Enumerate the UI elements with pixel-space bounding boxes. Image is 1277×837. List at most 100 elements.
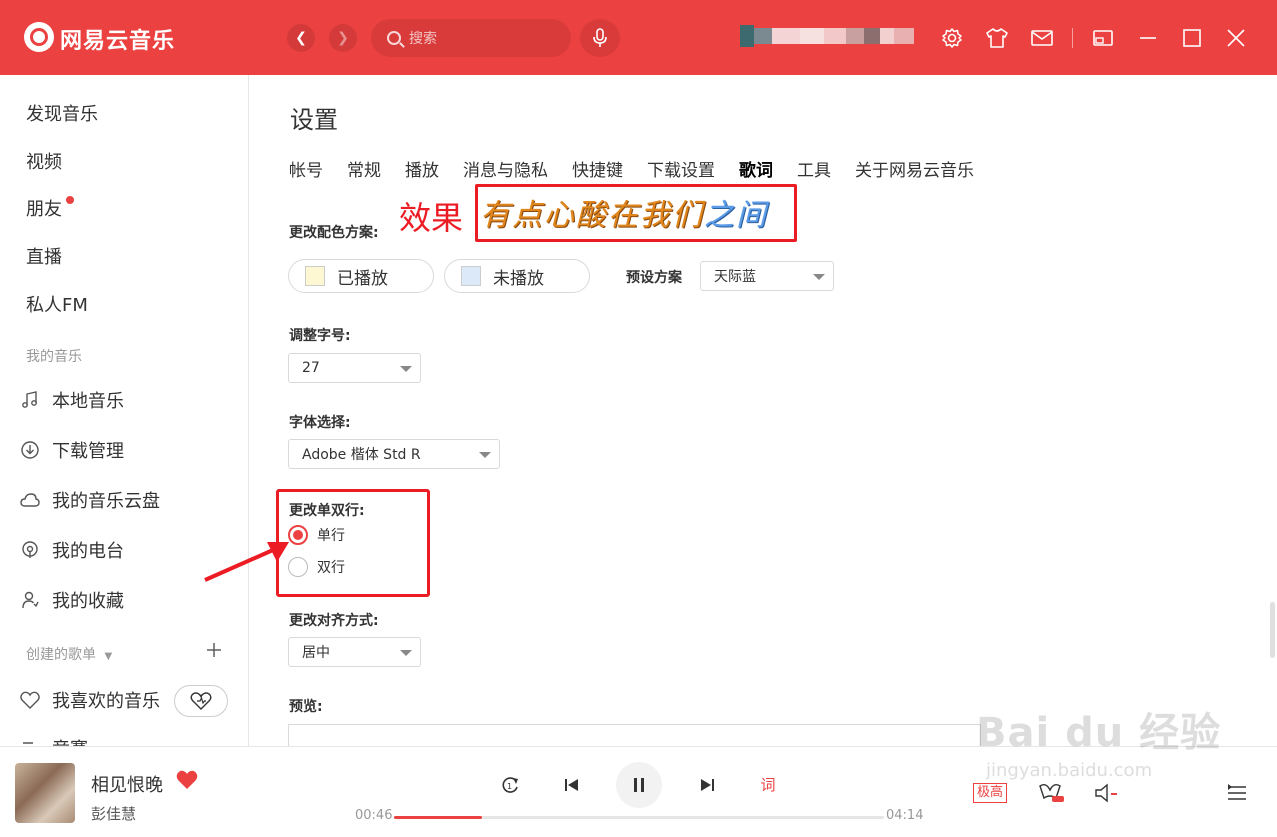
radio-icon: [20, 540, 40, 560]
sidebar-item-favorites[interactable]: 我的收藏: [20, 587, 124, 613]
logo-icon[interactable]: [24, 22, 54, 52]
sound-effect-button[interactable]: [1038, 781, 1066, 805]
sidebar-item-discover[interactable]: 发现音乐: [26, 100, 98, 126]
sidebar-item-label: 视频: [26, 152, 62, 173]
tab-account[interactable]: 帐号: [289, 156, 323, 181]
pause-button[interactable]: [616, 762, 662, 808]
tab-tools[interactable]: 工具: [797, 156, 831, 181]
mini-mode-button[interactable]: [1092, 27, 1114, 49]
artist-name[interactable]: 彭佳慧: [91, 803, 136, 824]
tab-playback[interactable]: 播放: [405, 156, 439, 181]
user-profile-blurred[interactable]: [740, 14, 935, 58]
search-input[interactable]: 搜索: [371, 19, 571, 57]
tab-shortcuts[interactable]: 快捷键: [572, 156, 623, 181]
forward-icon: ❯: [337, 30, 349, 46]
played-color-swatch: [305, 266, 325, 286]
tab-about[interactable]: 关于网易云音乐: [855, 156, 974, 181]
sidebar-item-video[interactable]: 视频: [26, 148, 62, 174]
next-button[interactable]: [697, 774, 719, 796]
minimize-icon: [1140, 37, 1156, 39]
heart-icon: [20, 690, 40, 710]
sidebar-item-downloads[interactable]: 下载管理: [20, 437, 124, 463]
song-title[interactable]: 相见恨晚: [91, 771, 163, 797]
main-scrollbar[interactable]: [1270, 602, 1275, 658]
mini-mode-icon: [1093, 30, 1113, 46]
font-size-value: 27: [302, 360, 320, 376]
font-size-select[interactable]: 27: [288, 353, 421, 383]
created-playlists-heading[interactable]: 创建的歌单 ▼: [26, 644, 112, 664]
minimize-button[interactable]: [1137, 27, 1159, 49]
heart-icon: [176, 770, 198, 789]
loop-mode-button[interactable]: 1: [499, 774, 521, 796]
playlist-button[interactable]: [1225, 781, 1249, 805]
font-select[interactable]: Adobe 楷体 Std R: [288, 439, 500, 469]
sidebar-item-friends[interactable]: 朋友: [26, 195, 74, 221]
sidebar-item-radio[interactable]: 我的电台: [20, 537, 124, 563]
lyrics-preview-box: [288, 724, 981, 746]
settings-button[interactable]: [941, 27, 963, 49]
unplayed-label: 未播放: [493, 268, 544, 289]
tab-lyrics[interactable]: 歌词: [739, 156, 773, 181]
progress-bar[interactable]: [394, 816, 884, 819]
sidebar-item-cloud[interactable]: 我的音乐云盘: [20, 487, 160, 513]
settings-panel: 设置 帐号 常规 播放 消息与隐私 快捷键 下载设置 歌词 工具 关于网易云音乐…: [250, 75, 1277, 746]
sidebar-item-label: 我的电台: [52, 541, 124, 562]
played-color-button[interactable]: 已播放: [288, 259, 434, 293]
annotation-arrow-icon: [204, 542, 289, 582]
sidebar-item-label: 下载管理: [52, 441, 124, 462]
annotation-effect-label: 效果: [399, 199, 464, 237]
align-label: 更改对齐方式:: [289, 613, 379, 629]
loop-icon: 1: [502, 777, 518, 793]
preset-select[interactable]: 天际蓝: [700, 261, 834, 291]
voice-search-button[interactable]: [580, 19, 620, 57]
unplayed-color-button[interactable]: 未播放: [444, 259, 590, 293]
chevron-down-icon: [400, 366, 412, 372]
align-value: 居中: [302, 645, 330, 661]
skin-button[interactable]: [986, 27, 1008, 49]
lyrics-button[interactable]: 词: [756, 772, 780, 796]
app-name: 网易云音乐: [60, 29, 176, 54]
annotation-effect-sample: 有点心酸在我们之间: [480, 190, 768, 234]
sidebar-item-label: 直播: [26, 247, 62, 268]
back-button[interactable]: ❮: [287, 24, 315, 52]
messages-button[interactable]: [1031, 27, 1053, 49]
collection-icon: [20, 590, 40, 610]
pause-icon: [634, 778, 644, 792]
font-value: Adobe 楷体 Std R: [302, 447, 421, 463]
tab-privacy[interactable]: 消息与隐私: [463, 156, 548, 181]
search-icon: [387, 31, 401, 45]
preset-label: 预设方案: [626, 270, 682, 286]
sidebar-item-local-music[interactable]: 本地音乐: [20, 387, 124, 413]
like-button[interactable]: [176, 770, 198, 794]
progress-fill: [394, 816, 483, 819]
settings-tabs: 帐号 常规 播放 消息与隐私 快捷键 下载设置 歌词 工具 关于网易云音乐: [289, 156, 998, 181]
previous-button[interactable]: [560, 774, 582, 796]
close-button[interactable]: [1225, 27, 1247, 49]
maximize-button[interactable]: [1181, 27, 1203, 49]
current-time: 00:46: [355, 808, 393, 823]
sidebar-item-label: 朋友: [26, 195, 74, 221]
add-playlist-button[interactable]: [206, 642, 222, 662]
quality-badge[interactable]: 极高: [973, 783, 1008, 803]
music-note-icon: [20, 390, 40, 410]
align-select[interactable]: 居中: [288, 637, 421, 667]
svg-text:1: 1: [507, 782, 512, 791]
font-label: 字体选择:: [289, 415, 351, 431]
heart-mode-button[interactable]: [174, 685, 228, 717]
tab-general[interactable]: 常规: [347, 156, 381, 181]
search-placeholder: 搜索: [409, 31, 437, 47]
baidu-watermark-url: jingyan.baidu.com: [986, 760, 1153, 781]
sound-effect-icon: [1039, 783, 1064, 802]
tab-download[interactable]: 下载设置: [647, 156, 715, 181]
sidebar-item-fm[interactable]: 私人FM: [26, 291, 88, 317]
sidebar-item-liked-music[interactable]: 我喜欢的音乐: [20, 687, 160, 713]
album-cover[interactable]: [15, 763, 75, 823]
forward-button[interactable]: ❯: [329, 24, 357, 52]
unplayed-color-swatch: [461, 266, 481, 286]
sidebar-item-live[interactable]: 直播: [26, 243, 62, 269]
sidebar-item-partial[interactable]: 竞赛: [20, 735, 88, 746]
prev-icon: [565, 779, 578, 791]
sidebar-item-label: 我喜欢的音乐: [52, 691, 160, 712]
volume-button[interactable]: [1093, 781, 1119, 805]
effect-sample-text: 有点心酸在我们: [480, 198, 704, 233]
